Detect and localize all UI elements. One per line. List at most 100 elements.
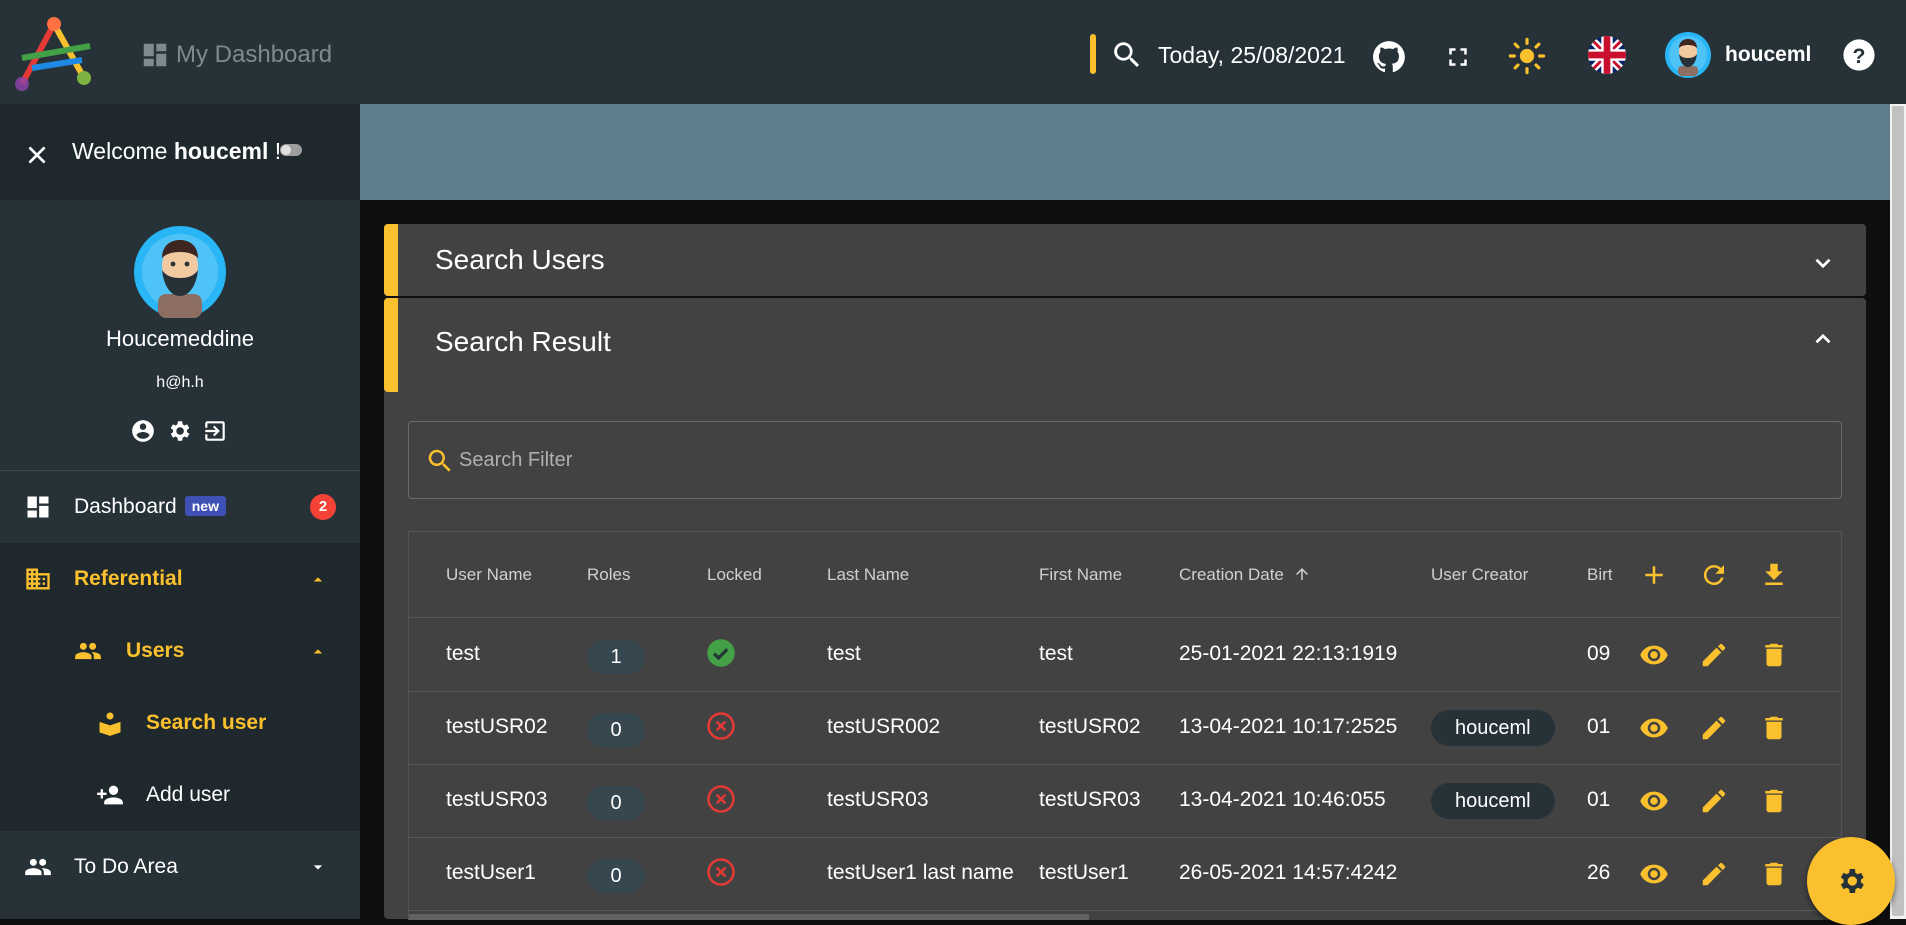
sidebar-item-users[interactable]: Users: [0, 615, 360, 687]
chevron-down-icon: [313, 865, 323, 870]
panel-accent: [384, 224, 398, 296]
table-header: User Name Roles Locked Last Name First N…: [409, 532, 1841, 618]
table-row[interactable]: test 1 test test 25-01-2021 22:13:1919 0…: [409, 618, 1841, 692]
column-header-user-creator[interactable]: User Creator: [1431, 565, 1528, 585]
current-date: Today, 25/08/2021: [1158, 42, 1346, 68]
vertical-scrollbar[interactable]: [1890, 104, 1906, 919]
sidebar-item-dashboard[interactable]: Dashboard new 2: [0, 471, 360, 543]
delete-icon[interactable]: [1759, 859, 1789, 889]
settings-fab[interactable]: [1807, 837, 1895, 925]
dashboard-title[interactable]: My Dashboard: [140, 40, 332, 70]
github-icon[interactable]: [1370, 38, 1408, 76]
app-title: My Dashboard: [176, 41, 333, 68]
cell-last-name: testUSR002: [827, 715, 941, 738]
roles-count: 0: [587, 786, 645, 820]
close-icon[interactable]: [24, 142, 50, 168]
group-icon: [25, 858, 51, 876]
help-icon[interactable]: ?: [1842, 38, 1876, 72]
avatar[interactable]: [1665, 32, 1711, 78]
horizontal-scrollbar[interactable]: [409, 914, 1089, 920]
eye-icon[interactable]: [1639, 786, 1669, 816]
fullscreen-icon[interactable]: [1443, 42, 1473, 72]
search-filter-placeholder: Search Filter: [459, 449, 573, 471]
cell-creation-date: 13-04-2021 10:17:2525: [1179, 715, 1398, 738]
sidebar-item-label: Search user: [146, 711, 267, 734]
check-circle-icon: [707, 639, 735, 667]
person-book-icon: [99, 712, 121, 736]
download-icon[interactable]: [1759, 560, 1789, 590]
sidebar-item-todo-area[interactable]: To Do Area: [0, 831, 360, 903]
sidebar-item-search-user[interactable]: Search user: [0, 687, 360, 759]
chevron-up-icon[interactable]: [1810, 326, 1836, 352]
column-header-first-name[interactable]: First Name: [1039, 565, 1122, 585]
cell-birth: 09: [1587, 642, 1611, 665]
cell-birth: 01: [1587, 788, 1611, 811]
welcome-username: houceml: [173, 138, 269, 164]
delete-icon[interactable]: [1759, 640, 1789, 670]
theme-toggle[interactable]: [280, 144, 302, 156]
panel-title: Search Result: [435, 326, 611, 357]
profile-card: Houcemeddine h@h.h: [0, 200, 360, 471]
cell-username: testUSR03: [446, 788, 548, 811]
top-bar: My Dashboard Today, 25/08/2021 houceml ?: [0, 0, 1906, 104]
refresh-icon[interactable]: [1699, 560, 1729, 590]
scrollbar-thumb[interactable]: [1892, 106, 1904, 916]
table-row[interactable]: testUSR02 0 testUSR002 testUSR02 13-04-2…: [409, 691, 1841, 765]
delete-icon[interactable]: [1759, 786, 1789, 816]
chevron-up-icon: [313, 649, 323, 654]
edit-icon[interactable]: [1699, 640, 1729, 670]
eye-icon[interactable]: [1639, 859, 1669, 889]
dashboard-icon: [27, 496, 49, 518]
sun-icon[interactable]: [1508, 37, 1546, 75]
search-filter-field[interactable]: Search Filter: [408, 421, 1842, 499]
topbar-username[interactable]: houceml: [1725, 43, 1811, 67]
sidebar-item-label: Dashboard: [74, 495, 177, 518]
person-add-icon: [97, 785, 123, 805]
new-badge: new: [184, 496, 226, 516]
delete-icon[interactable]: [1759, 713, 1789, 743]
edit-icon[interactable]: [1699, 786, 1729, 816]
column-header-username[interactable]: User Name: [446, 565, 532, 585]
search-icon[interactable]: [1110, 38, 1144, 72]
cell-creation-date: 26-05-2021 14:57:4242: [1179, 861, 1398, 884]
app-logo[interactable]: [12, 16, 96, 94]
eye-icon[interactable]: [1639, 640, 1669, 670]
search-accent: [1090, 34, 1096, 74]
group-icon: [75, 642, 101, 660]
welcome-text: Welcome houceml !: [72, 138, 282, 164]
uk-flag-icon[interactable]: [1588, 36, 1626, 74]
column-header-locked[interactable]: Locked: [707, 565, 762, 585]
edit-icon[interactable]: [1699, 713, 1729, 743]
chevron-down-icon[interactable]: [1810, 250, 1836, 276]
cell-creation-date: 25-01-2021 22:13:1919: [1179, 642, 1398, 665]
logout-icon[interactable]: [202, 418, 228, 444]
account-icon[interactable]: [130, 418, 156, 444]
search-users-panel[interactable]: Search Users: [384, 224, 1866, 296]
edit-icon[interactable]: [1699, 859, 1729, 889]
column-header-birth[interactable]: Birt: [1587, 565, 1615, 585]
sidebar-item-referential[interactable]: Referential: [0, 543, 360, 615]
column-header-last-name[interactable]: Last Name: [827, 565, 909, 585]
add-icon[interactable]: [1639, 560, 1669, 590]
column-header-roles[interactable]: Roles: [587, 565, 630, 585]
cancel-circle-icon: [707, 785, 735, 813]
svg-text:?: ?: [1853, 44, 1866, 68]
roles-count: 0: [587, 713, 645, 747]
gear-icon: [1840, 869, 1864, 893]
profile-name: Houcemeddine: [106, 326, 254, 351]
profile-email: h@h.h: [156, 374, 204, 391]
cell-first-name: test: [1039, 642, 1073, 665]
eye-icon[interactable]: [1639, 713, 1669, 743]
chevron-up-icon: [313, 577, 323, 582]
table-row[interactable]: testUSR03 0 testUSR03 testUSR03 13-04-20…: [409, 764, 1841, 838]
sidebar-item-label: Referential: [74, 567, 183, 590]
sidebar-item-add-user[interactable]: Add user: [0, 759, 360, 831]
settings-icon[interactable]: [166, 418, 192, 444]
table-row[interactable]: testUser1 0 testUser1 last name testUser…: [409, 837, 1841, 911]
roles-count: 0: [587, 859, 645, 893]
cell-creation-date: 13-04-2021 10:46:055: [1179, 788, 1386, 811]
panel-accent: [384, 298, 398, 392]
cell-last-name: test: [827, 642, 861, 665]
creator-chip: houceml: [1431, 783, 1555, 819]
column-header-creation-date[interactable]: Creation Date: [1179, 565, 1311, 585]
